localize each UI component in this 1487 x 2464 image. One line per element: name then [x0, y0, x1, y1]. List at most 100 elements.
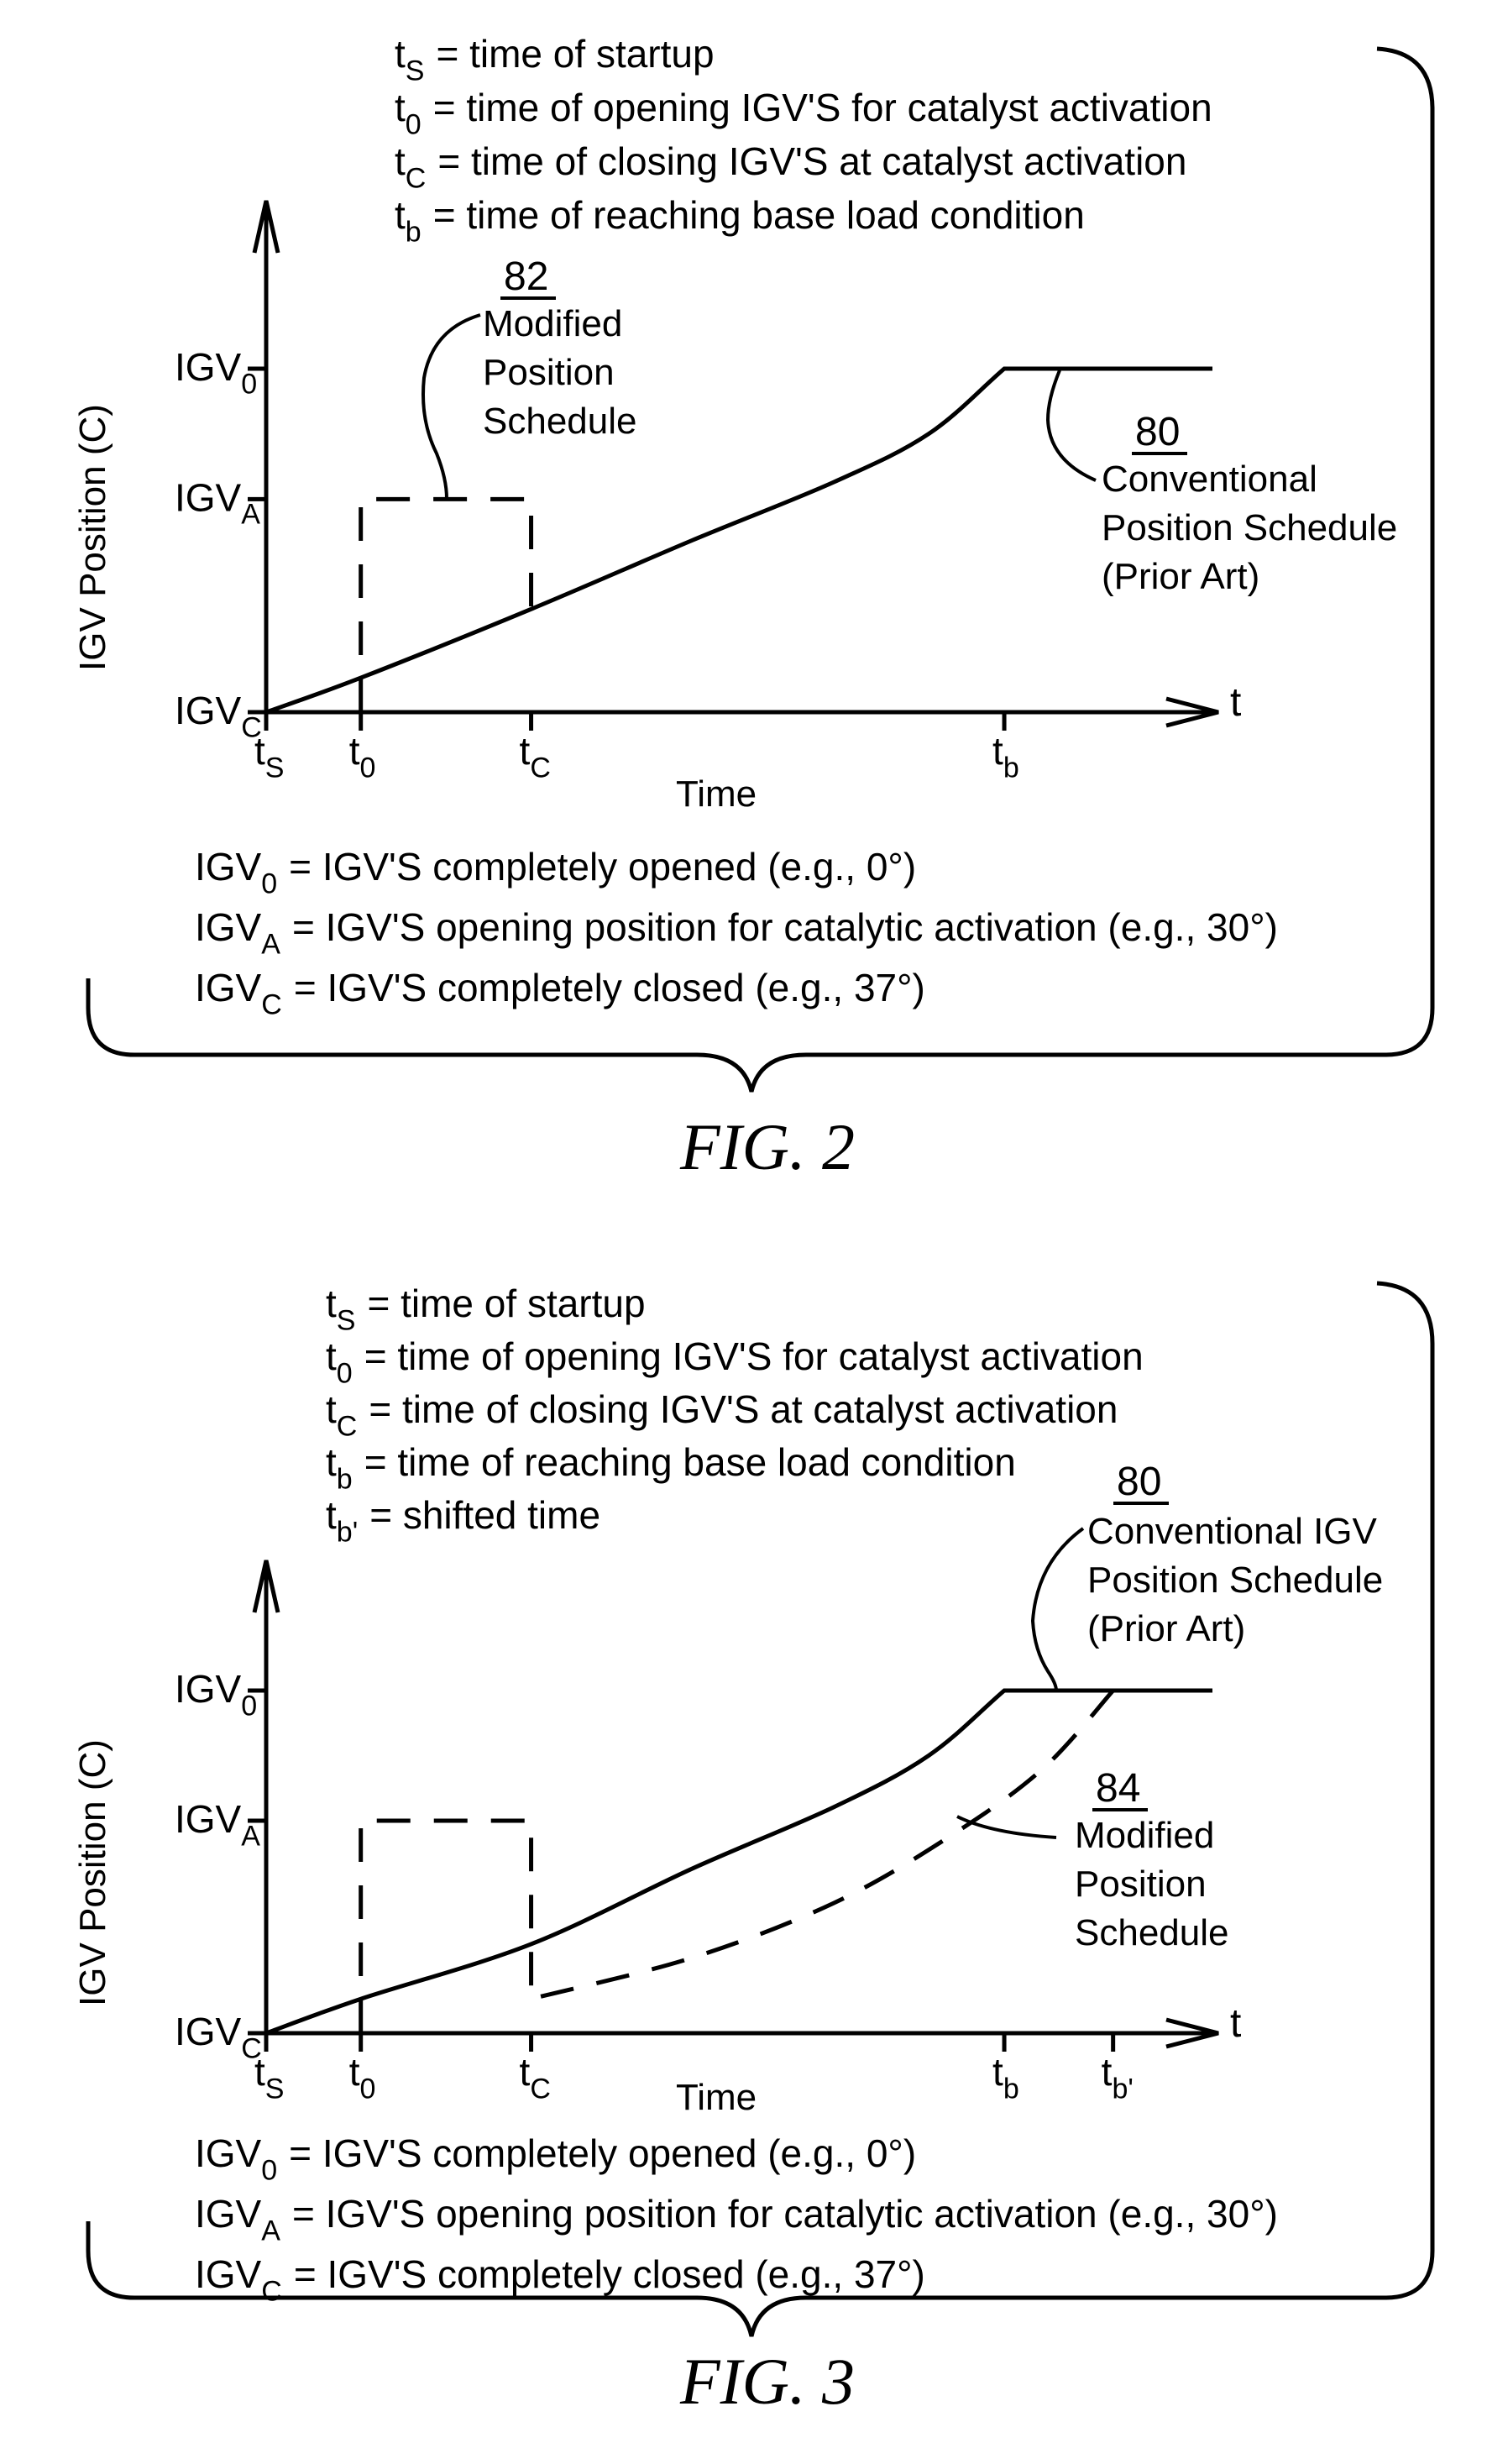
annotation-82-ref: 82	[504, 254, 548, 299]
y-tick-label-0: IGV0	[175, 1667, 257, 1722]
definition-t-0-text: = time of opening IGV'S for catalyst act…	[364, 1334, 1144, 1378]
y-tick-label-c-base: IGV	[175, 689, 242, 732]
x-tick-label-c-base: t	[520, 729, 531, 773]
x-tick-label-s: tS	[254, 729, 284, 784]
definition-igv-0: IGV0 = IGV'S completely opened (e.g., 0°)	[195, 845, 916, 899]
y-tick-label-c: IGVC	[175, 2010, 262, 2064]
definition-igv-a-subscript: A	[261, 928, 280, 960]
annotation-80-ref: 80	[1135, 410, 1180, 454]
definition-t-b-text: = time of reaching base load condition	[433, 193, 1085, 237]
x-tick-label-0-base: t	[349, 729, 360, 773]
y-tick-label-0-subscript: 0	[241, 1690, 257, 1722]
y-tick-label-a-subscript: A	[241, 1820, 260, 1852]
definition-t-C-text: = time of closing IGV'S at catalyst acti…	[437, 139, 1186, 183]
x-tick-label-0: t0	[349, 729, 376, 784]
definition-t-C-subscript: C	[337, 1410, 358, 1442]
definition-igv-0-base: IGV	[195, 845, 262, 889]
definition-t-0: t0 = time of opening IGV'S for catalyst a…	[395, 86, 1212, 140]
definition-igv-c-text: = IGV'S completely closed (e.g., 37°)	[294, 2252, 925, 2296]
definition-t-0-text: = time of opening IGV'S for catalyst act…	[433, 86, 1212, 129]
annotation-84-line: Modified	[1075, 1815, 1214, 1856]
definition-t-b-text: = time of reaching base load condition	[364, 1440, 1016, 1484]
x-axis-end-label: t	[1230, 680, 1241, 725]
y-tick-label-c: IGVC	[175, 689, 262, 743]
figure-3-plot: tTimeIGV Position (C)IGV0IGVAIGVCtS t0 tC t…	[72, 1460, 1383, 2118]
series-80-line	[265, 366, 1212, 715]
definition-igv-a-base: IGV	[195, 905, 262, 949]
annotation-84-ref: 84	[1096, 1766, 1140, 1811]
definition-t-0-subscript: 0	[337, 1357, 353, 1389]
definition-t-S-text: = time of startup	[436, 32, 714, 76]
x-axis-end-label: t	[1230, 2001, 1241, 2046]
x-tick-label-b: tb	[992, 2050, 1019, 2105]
definition-t-bprime-subscript: b'	[337, 1516, 358, 1548]
x-tick-label-0-subscript: 0	[359, 2073, 375, 2105]
x-tick-label-0-base: t	[349, 2050, 360, 2094]
y-axis-title: IGV Position (C)	[72, 1739, 113, 2006]
x-tick-label-c-subscript: C	[530, 2073, 551, 2105]
annotation-82-leader	[421, 313, 481, 500]
x-tick-label-b-subscript: b	[1003, 2073, 1019, 2105]
figure-3-definitions-bottom: IGV0 = IGV'S completely opened (e.g., 0°)…	[195, 2131, 1278, 2307]
definition-t-S: tS = time of startup	[326, 1282, 646, 1336]
definition-t-bprime: tb' = shifted time	[326, 1493, 600, 1548]
definition-t-b-base: t	[326, 1440, 337, 1484]
figure-3-definitions-top: tS = time of startup t 0 = time of opening I…	[326, 1282, 1144, 1548]
definition-t-bprime-text: = shifted time	[369, 1493, 600, 1537]
definition-t-b-base: t	[395, 193, 406, 237]
figure-2-definitions-top: tS = time of startupt0 = time of opening I…	[395, 32, 1212, 248]
x-axis-title: Time	[676, 2077, 757, 2118]
definition-igv-0-text: = IGV'S completely opened (e.g., 0°)	[289, 845, 916, 889]
x-tick-label-s-base: t	[254, 2050, 265, 2094]
figure-2-plot: tTimeIGV Position (C)IGV0IGVAIGVCtS t0 tC t…	[72, 200, 1397, 815]
definition-t-S-base: t	[395, 32, 406, 76]
annotation-80-leader	[1030, 1527, 1085, 1691]
definition-t-S-subscript: S	[406, 55, 425, 87]
x-tick-label-0: t0	[349, 2050, 376, 2105]
x-tick-label-c: tC	[520, 729, 551, 784]
annotation-80-line: Conventional IGV	[1087, 1511, 1378, 1552]
definition-igv-c-subscript: C	[261, 988, 282, 1020]
annotation-82-line: Position	[483, 352, 615, 393]
definition-igv-0-base: IGV	[195, 2131, 262, 2175]
x-axis-title: Time	[676, 773, 757, 815]
definition-t-S: tS = time of startup	[395, 32, 715, 87]
series-82-line	[359, 496, 534, 712]
y-tick-label-0-base: IGV	[175, 1667, 242, 1711]
figure-3: tS = time of startupt0 = time of opening I…	[72, 1281, 1435, 2418]
definition-igv-a-text: = IGV'S opening position for catalytic a…	[292, 905, 1278, 949]
patent-drawing-sheet: tS = time of startupt0 = time of opening I…	[72, 32, 1435, 2418]
definition-igv-0-text: = IGV'S completely opened (e.g., 0°)	[289, 2131, 916, 2175]
definition-igv-c-text: = IGV'S completely closed (e.g., 37°)	[294, 966, 925, 1009]
annotation-82-line: Modified	[483, 303, 622, 344]
definition-t-b-subscript: b	[337, 1463, 353, 1495]
annotation-80-line: (Prior Art)	[1087, 1608, 1245, 1649]
definition-t-bprime-base: t	[326, 1493, 337, 1537]
annotation-84-line: Schedule	[1075, 1912, 1228, 1953]
definition-t-b: tb = time of reaching base load condition	[326, 1440, 1016, 1495]
y-axis-title: IGV Position (C)	[72, 404, 113, 671]
y-tick-label-a-base: IGV	[175, 1797, 242, 1841]
x-tick-label-b-base: t	[992, 729, 1003, 773]
figure-2-definitions-bottom: IGV0 = IGV'S completely opened (e.g., 0°)…	[195, 845, 1278, 1020]
y-tick-label-a-subscript: A	[241, 499, 260, 531]
y-tick-label-a-base: IGV	[175, 475, 242, 519]
annotation-80-line: Conventional	[1102, 459, 1317, 500]
definition-igv-0-subscript: 0	[261, 868, 277, 899]
x-tick-label-bprime: tb'	[1102, 2050, 1134, 2105]
x-tick-label-c: tC	[520, 2050, 551, 2105]
annotation-80-leader	[1045, 370, 1097, 482]
definition-t-C: tC = time of closing IGV'S at catalyst ac…	[326, 1387, 1118, 1442]
definition-t-C-text: = time of closing IGV'S at catalyst acti…	[369, 1387, 1118, 1431]
definition-t-b: tb = time of reaching base load condition	[395, 193, 1085, 248]
definition-igv-c: IGVC = IGV'S completely closed (e.g., 37°…	[195, 966, 925, 1020]
annotation-80-line: (Prior Art)	[1102, 556, 1259, 597]
definition-t-C-subscript: C	[406, 162, 427, 194]
definition-t-0-subscript: 0	[406, 108, 421, 140]
y-tick-label-0-base: IGV	[175, 345, 242, 389]
definition-igv-a: IGVA = IGV'S opening position for catalyt…	[195, 905, 1278, 960]
y-tick-label-a: IGVA	[175, 1797, 260, 1852]
x-tick-label-c-subscript: C	[530, 752, 551, 784]
x-tick-label-bprime-base: t	[1102, 2050, 1113, 2094]
definition-t-C-base: t	[395, 139, 406, 183]
